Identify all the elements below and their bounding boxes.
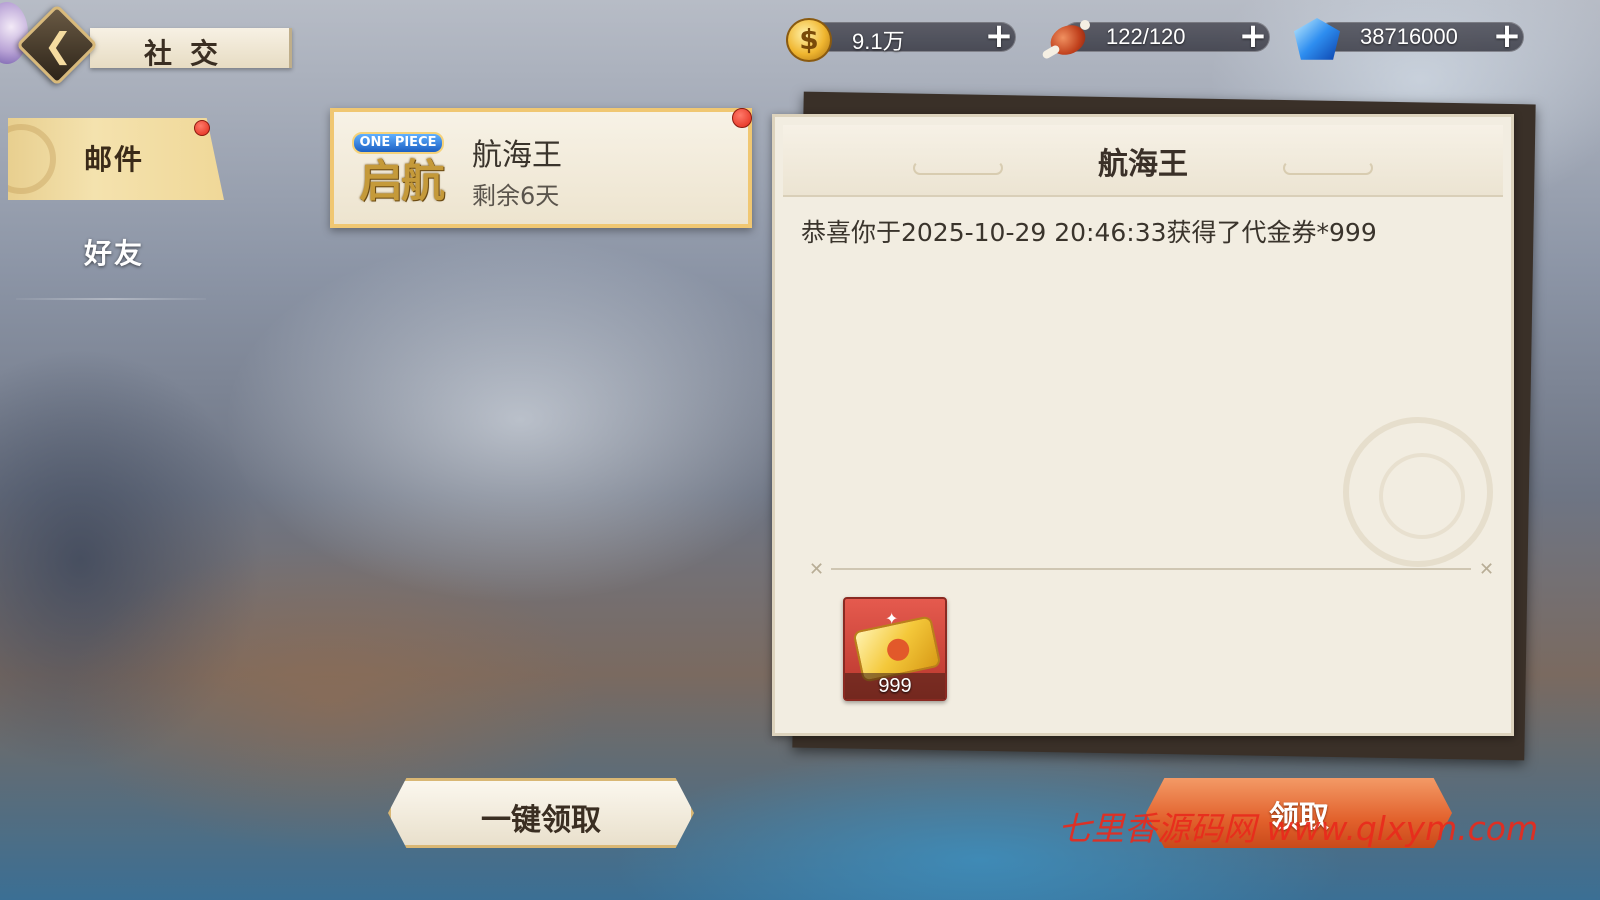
divider-end-icon: ✕ [1479, 559, 1495, 580]
add-stamina-button[interactable]: + [1236, 19, 1270, 54]
mail-notification-dot [194, 120, 210, 136]
reward-divider [831, 568, 1471, 570]
meat-icon [1040, 18, 1091, 62]
reward-count: 999 [845, 673, 945, 699]
resource-diamond: 38716000 + [1294, 18, 1526, 60]
claim-all-button[interactable]: 一键领取 [388, 778, 694, 848]
mail-detail-header: 航海王 [783, 125, 1503, 197]
mail-detail-panel: 航海王 恭喜你于2025-10-29 20:46:33获得了代金券*999 ✕ … [772, 114, 1514, 736]
claim-all-label: 一键领取 [481, 803, 601, 838]
mail-detail-title: 航海王 [1098, 147, 1188, 182]
resource-stamina: 122/120 + [1040, 18, 1272, 61]
gold-coin-icon: $ [786, 18, 832, 62]
back-button[interactable] [15, 3, 99, 87]
resource-stamina-value: 122/120 [1106, 24, 1186, 49]
resource-gold-value: 9.1万 [852, 29, 905, 54]
resource-gold: $ 9.1万 + [786, 18, 1018, 62]
page-title: 社交 [144, 37, 237, 70]
watermark: 七里香源码网 www.qlxym.com [1058, 809, 1539, 848]
header: 社交 ❮ [0, 0, 300, 90]
tab-friends[interactable]: 好友 [8, 214, 218, 290]
tab-divider [16, 298, 206, 300]
resource-diamond-value: 38716000 [1360, 24, 1458, 49]
reward-item-voucher[interactable]: ✦ 999 [843, 597, 947, 701]
tab-mail-label: 邮件 [84, 143, 145, 176]
unread-dot [732, 108, 752, 128]
mail-detail-body: 恭喜你于2025-10-29 20:46:33获得了代金券*999 [801, 218, 1377, 247]
mail-list-item[interactable]: ONE PIECE 启航 航海王 剩余6天 [330, 108, 752, 228]
tab-friends-label: 好友 [84, 237, 145, 270]
sparkle-icon: ✦ [885, 609, 899, 628]
compass-decoration-icon [1343, 417, 1493, 567]
logo-top-text: ONE PIECE [352, 132, 444, 154]
tab-mail[interactable]: 邮件 [8, 118, 224, 200]
mail-remaining-time: 剩余6天 [472, 182, 560, 210]
globe-icon [0, 2, 28, 64]
title-plate: 社交 [90, 28, 292, 70]
ship-wheel-icon [8, 124, 56, 194]
divider-end-icon: ✕ [809, 559, 825, 580]
one-piece-logo-icon: ONE PIECE 启航 [346, 126, 456, 210]
mail-sender: 航海王 [472, 138, 562, 173]
add-diamond-button[interactable]: + [1490, 19, 1524, 54]
logo-bottom-text: 启航 [359, 156, 445, 207]
add-gold-button[interactable]: + [982, 19, 1016, 54]
